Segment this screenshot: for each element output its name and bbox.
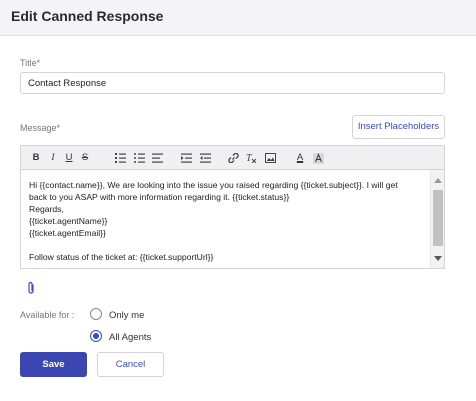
- editor-toolbar: B I U S T A: [21, 146, 444, 170]
- background-color-icon[interactable]: [313, 150, 324, 166]
- font-color-icon[interactable]: A: [295, 150, 305, 166]
- message-line: Hi {{contact.name}}, We are looking into…: [29, 180, 398, 190]
- bold-icon[interactable]: B: [31, 150, 41, 166]
- paperclip-icon[interactable]: [26, 281, 36, 300]
- image-icon[interactable]: [265, 150, 276, 166]
- message-line: back to you ASAP with more information r…: [29, 192, 290, 202]
- message-label: Message*: [20, 123, 61, 133]
- title-label: Title*: [20, 58, 41, 68]
- title-input[interactable]: Contact Response: [20, 72, 445, 94]
- svg-text:T: T: [246, 153, 253, 163]
- scroll-down-arrow-icon[interactable]: [434, 256, 442, 261]
- scroll-thumb[interactable]: [433, 190, 443, 246]
- message-line: {{ticket.agentName}}: [29, 216, 108, 226]
- align-icon[interactable]: [152, 150, 163, 166]
- message-line: Regards,: [29, 204, 64, 214]
- italic-icon[interactable]: I: [48, 150, 58, 166]
- only-me-label[interactable]: Only me: [109, 310, 144, 321]
- editor-scrollbar[interactable]: [430, 170, 444, 268]
- clear-format-icon[interactable]: T: [246, 150, 257, 166]
- message-line: Follow status of the ticket at: {{ticket…: [29, 252, 214, 262]
- save-button[interactable]: Save: [20, 352, 87, 377]
- underline-icon[interactable]: U: [64, 150, 74, 166]
- dialog-header: Edit Canned Response: [0, 0, 476, 36]
- cancel-button[interactable]: Cancel: [97, 352, 164, 377]
- indent-icon[interactable]: [181, 150, 192, 166]
- message-content[interactable]: Hi {{contact.name}}, We are looking into…: [29, 179, 429, 263]
- only-me-radio[interactable]: [90, 308, 102, 320]
- ordered-list-icon[interactable]: [115, 150, 126, 166]
- all-agents-radio[interactable]: [90, 330, 102, 342]
- outdent-icon[interactable]: [200, 150, 211, 166]
- dialog-title: Edit Canned Response: [11, 8, 164, 24]
- available-for-label: Available for :: [20, 310, 75, 320]
- bullet-list-icon[interactable]: [134, 150, 145, 166]
- link-icon[interactable]: [228, 150, 239, 166]
- strikethrough-icon[interactable]: S: [80, 150, 90, 166]
- message-line: {{ticket.agentEmail}}: [29, 228, 106, 238]
- all-agents-label[interactable]: All Agents: [109, 332, 151, 343]
- insert-placeholders-button[interactable]: Insert Placeholders: [352, 115, 445, 139]
- message-editor[interactable]: B I U S T A Hi {{contact.name}}, We are …: [20, 145, 445, 269]
- scroll-up-arrow-icon[interactable]: [434, 178, 442, 183]
